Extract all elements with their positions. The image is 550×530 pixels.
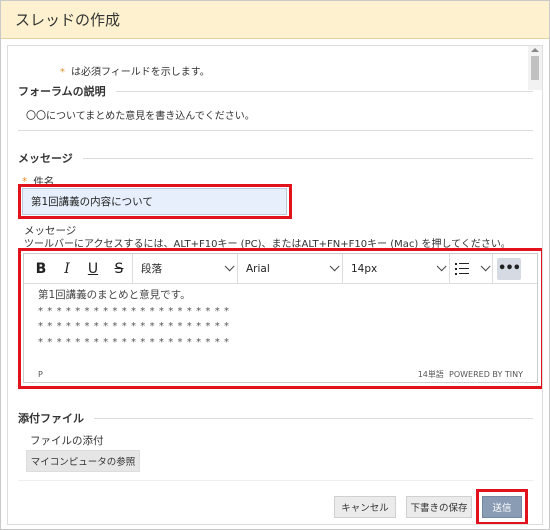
- attach-file-label: ファイルの添付: [30, 435, 104, 447]
- strikethrough-button[interactable]: S: [106, 257, 132, 281]
- browse-my-computer-button[interactable]: マイコンピュータの参照: [26, 450, 140, 472]
- italic-button[interactable]: I: [54, 257, 80, 281]
- message-legend-label: メッセージ: [18, 152, 73, 165]
- window-title: スレッドの作成: [1, 1, 549, 39]
- divider: [18, 480, 533, 481]
- font-family-value: Arial: [246, 262, 270, 275]
- message-label: メッセージ: [24, 225, 77, 237]
- chevron-down-icon: [329, 261, 340, 272]
- subject-label-text: 件名: [33, 176, 55, 188]
- divider: [18, 130, 533, 131]
- required-star-icon: *: [22, 176, 28, 188]
- divider: [82, 157, 533, 159]
- element-path[interactable]: P: [38, 370, 43, 379]
- font-family-select[interactable]: Arial: [238, 257, 342, 281]
- toolbar-hint: ツールバーにアクセスするには、ALT+F10キー (PC)、またはALT+FN+…: [24, 239, 504, 248]
- paragraph-format-select[interactable]: 段落: [133, 257, 237, 281]
- paragraph-format-value: 段落: [141, 263, 162, 275]
- more-options-button[interactable]: •••: [497, 257, 521, 280]
- underline-button[interactable]: U: [80, 257, 106, 281]
- powered-by-tiny[interactable]: POWERED BY TINY: [449, 370, 523, 379]
- rich-text-editor: B I U S 段落 Arial 14px ••• 第1回講義のまとめと意見です…: [23, 253, 538, 383]
- submit-button[interactable]: 送信: [482, 496, 522, 518]
- bullet-list-icon: [455, 262, 469, 275]
- divider: [115, 90, 533, 92]
- scroll-thumb[interactable]: [531, 56, 539, 80]
- toolbar-separator: [492, 253, 493, 284]
- create-thread-dialog: スレッドの作成 * は必須フィールドを示します。 フォーラムの説明 〇〇についてま…: [0, 0, 550, 530]
- required-note-text: は必須フィールドを示します。: [71, 67, 210, 78]
- forum-description: 〇〇についてまとめた意見を書き込んでください。: [26, 111, 255, 122]
- cancel-button[interactable]: キャンセル: [334, 496, 396, 518]
- editor-toolbar: B I U S 段落 Arial 14px •••: [24, 253, 537, 284]
- divider: [94, 417, 533, 419]
- attachments-legend: 添付ファイル: [18, 410, 533, 426]
- forum-legend-label: フォーラムの説明: [18, 85, 106, 98]
- chevron-down-icon: [480, 261, 491, 272]
- word-count[interactable]: 14単語: [418, 370, 444, 379]
- editor-line: *********************: [38, 321, 234, 332]
- message-legend: メッセージ: [18, 150, 533, 166]
- subject-input[interactable]: 第1回講義の内容について: [22, 188, 287, 215]
- subject-label: * 件名: [22, 174, 54, 189]
- bullet-list-button[interactable]: [450, 261, 492, 275]
- editor-statusbar: P 14単語 POWERED BY TINY: [24, 366, 537, 382]
- font-size-select[interactable]: 14px: [343, 257, 449, 281]
- chevron-down-icon: [436, 261, 447, 272]
- attachments-legend-label: 添付ファイル: [18, 412, 84, 425]
- editor-line: *********************: [38, 305, 234, 317]
- required-field-note: * は必須フィールドを示します。: [60, 63, 210, 78]
- status-right: 14単語 POWERED BY TINY: [418, 369, 523, 380]
- dialog-content: * は必須フィールドを示します。 フォーラムの説明 〇〇についてまとめた意見を書き…: [7, 45, 543, 525]
- bold-button[interactable]: B: [28, 257, 54, 281]
- required-star-icon: *: [60, 67, 65, 78]
- editor-line: 第1回講義のまとめと意見です。: [38, 289, 191, 301]
- scroll-up-icon[interactable]: [531, 48, 539, 52]
- save-draft-button[interactable]: 下書きの保存: [406, 496, 472, 518]
- forum-description-legend: フォーラムの説明: [18, 83, 533, 99]
- editor-body[interactable]: 第1回講義のまとめと意見です。 ********************* **…: [24, 284, 537, 354]
- chevron-down-icon: [224, 261, 235, 272]
- font-size-value: 14px: [351, 262, 378, 275]
- editor-line: *********************: [38, 336, 234, 348]
